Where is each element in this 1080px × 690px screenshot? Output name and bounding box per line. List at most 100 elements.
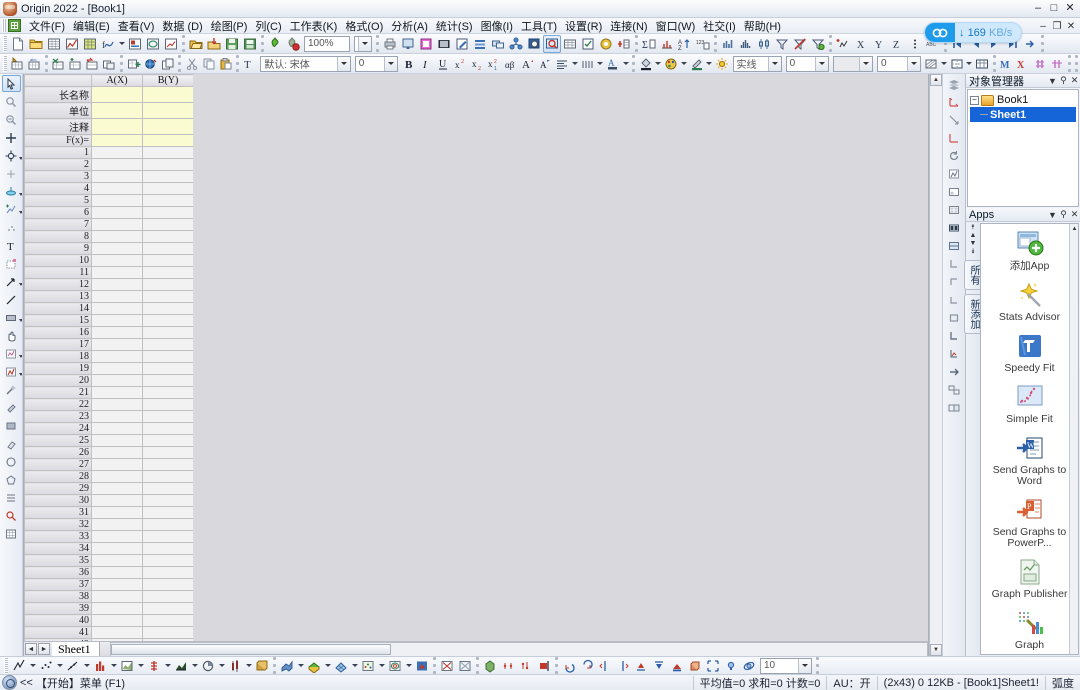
apps-nav-top-icon[interactable]: ⯭	[971, 224, 975, 232]
worksheet-cell[interactable]	[91, 338, 143, 351]
worksheet-row-header[interactable]: 40	[24, 614, 92, 627]
checklist-icon[interactable]	[579, 35, 597, 53]
new-matrix-icon[interactable]	[81, 35, 99, 53]
swap-icon[interactable]	[1032, 55, 1049, 73]
columns-icon[interactable]	[579, 55, 596, 73]
worksheet-cell[interactable]	[142, 206, 194, 219]
layer1-icon[interactable]	[945, 183, 964, 200]
new-function-icon[interactable]: f	[99, 35, 117, 53]
worksheet-cell[interactable]	[91, 206, 143, 219]
layer-manage-icon[interactable]	[507, 35, 525, 53]
worksheet-row-header[interactable]: 3	[24, 170, 92, 183]
worksheet-row-header[interactable]: 1	[24, 146, 92, 159]
bold-icon[interactable]: B	[400, 55, 417, 73]
new-folder-icon[interactable]	[27, 35, 45, 53]
worksheet-cell[interactable]	[91, 362, 143, 375]
scatter-mask-icon[interactable]	[2, 219, 21, 236]
arrow-down-left-icon[interactable]	[945, 111, 964, 128]
worksheet-meta-cell[interactable]	[91, 118, 143, 135]
regional-mask-icon[interactable]	[2, 201, 22, 218]
decrease-font-icon[interactable]: A	[537, 55, 554, 73]
worksheet-cell[interactable]	[142, 434, 194, 447]
screen-reader-dropdown[interactable]	[18, 157, 22, 160]
worksheet-cell[interactable]	[142, 494, 194, 507]
worksheet-row-header[interactable]: 39	[24, 602, 92, 615]
merge-icon[interactable]	[489, 35, 507, 53]
worksheet-cell[interactable]	[142, 506, 194, 519]
worksheet-cell[interactable]	[91, 314, 143, 327]
stack-icon[interactable]	[471, 35, 489, 53]
worksheet-cell[interactable]	[142, 614, 194, 627]
worksheet-cell[interactable]	[142, 350, 194, 363]
layer2-icon[interactable]	[945, 201, 964, 218]
worksheet-cell[interactable]	[142, 542, 194, 555]
worksheet-cell[interactable]	[142, 338, 194, 351]
worksheet-meta-cell[interactable]	[142, 134, 194, 147]
new-graph-icon[interactable]	[63, 35, 81, 53]
align-l-icon[interactable]	[945, 327, 964, 344]
worksheet-cell[interactable]	[142, 398, 194, 411]
worksheet-cell[interactable]	[142, 470, 194, 483]
worksheet-cell[interactable]	[91, 446, 143, 459]
list-tool-icon[interactable]	[2, 489, 21, 506]
worksheet-row-header[interactable]: 24	[24, 422, 92, 435]
worksheet-cell[interactable]	[91, 482, 143, 495]
palette-dropdown[interactable]	[680, 55, 688, 73]
extract-icon[interactable]	[945, 399, 964, 416]
menu-connect[interactable]: 连接(N)	[606, 17, 651, 35]
align-center-icon[interactable]	[945, 309, 964, 326]
3d-colormap-icon[interactable]	[305, 657, 323, 675]
increase-perspective-icon[interactable]	[632, 657, 650, 675]
pattern-icon[interactable]	[923, 55, 940, 73]
filter-icon[interactable]	[773, 35, 791, 53]
columns-dropdown[interactable]	[596, 55, 604, 73]
worksheet-meta-label[interactable]: 注释	[24, 118, 92, 135]
menu-window[interactable]: 窗口(W)	[652, 17, 700, 35]
worksheet-cell[interactable]	[142, 218, 194, 231]
worksheet-cell[interactable]	[142, 530, 194, 543]
worksheet-cell[interactable]	[142, 374, 194, 387]
worksheet-row-header[interactable]: 13	[24, 290, 92, 303]
add-col-icon[interactable]	[9, 55, 26, 73]
fill-swatch-combo[interactable]	[833, 55, 873, 72]
worksheet-row-header[interactable]: 21	[24, 386, 92, 399]
toolbar-grip-1[interactable]	[3, 35, 7, 52]
apps-menu-icon[interactable]: ▼	[1047, 209, 1058, 221]
menu-format[interactable]: 格式(O)	[341, 17, 387, 35]
menu-statistics[interactable]: 统计(S)	[432, 17, 477, 35]
tree-node-book1[interactable]: − Book1	[970, 93, 1076, 107]
app-item-simple-fit[interactable]: Simple Fit	[981, 377, 1078, 428]
vertical-scrollbar[interactable]: ▲ ▼	[929, 74, 942, 656]
worksheet-row-header[interactable]: 41	[24, 626, 92, 639]
arrow-up-icon[interactable]	[945, 129, 964, 146]
apps-scroll-up-icon[interactable]: ▲	[1070, 224, 1078, 233]
worksheet-meta-cell[interactable]	[91, 102, 143, 119]
palette-icon[interactable]	[663, 55, 680, 73]
child-restore-button[interactable]: ❐	[1050, 19, 1064, 33]
worksheet-cell[interactable]	[91, 458, 143, 471]
run-script-icon[interactable]	[266, 35, 284, 53]
point-size-chevron-down-icon[interactable]	[798, 658, 811, 673]
paste-icon[interactable]	[217, 55, 234, 73]
floating-bar-icon[interactable]	[226, 657, 244, 675]
close-button[interactable]: ✕	[1062, 0, 1078, 16]
sheet-next-button[interactable]: ►	[38, 643, 50, 655]
worksheet-cell[interactable]	[142, 590, 194, 603]
pie-chart-dropdown[interactable]	[217, 657, 226, 675]
region-plot-icon[interactable]	[2, 345, 22, 362]
worksheet-cell[interactable]	[142, 302, 194, 315]
stacked-plot-dropdown[interactable]	[163, 657, 172, 675]
worksheet-cell[interactable]	[142, 554, 194, 567]
app-item-speedy-fit[interactable]: Speedy Fit	[981, 326, 1078, 377]
movie-icon[interactable]	[435, 35, 453, 53]
stack-layers-icon[interactable]	[945, 75, 964, 92]
open-project-icon[interactable]	[187, 35, 205, 53]
font-name-combo[interactable]: 默认: 宋体	[260, 55, 351, 72]
network-speed-widget[interactable]: ↓ 169 KB/s	[924, 22, 1022, 43]
worksheet-meta-label[interactable]: F(x)=	[24, 134, 92, 147]
worksheet-cell[interactable]	[91, 326, 143, 339]
child-close-button[interactable]: ✕	[1064, 19, 1078, 33]
worksheet-row-header[interactable]: 36	[24, 566, 92, 579]
worksheet-meta-label[interactable]: 长名称	[24, 86, 92, 103]
zoom-sel-icon[interactable]	[2, 507, 21, 524]
